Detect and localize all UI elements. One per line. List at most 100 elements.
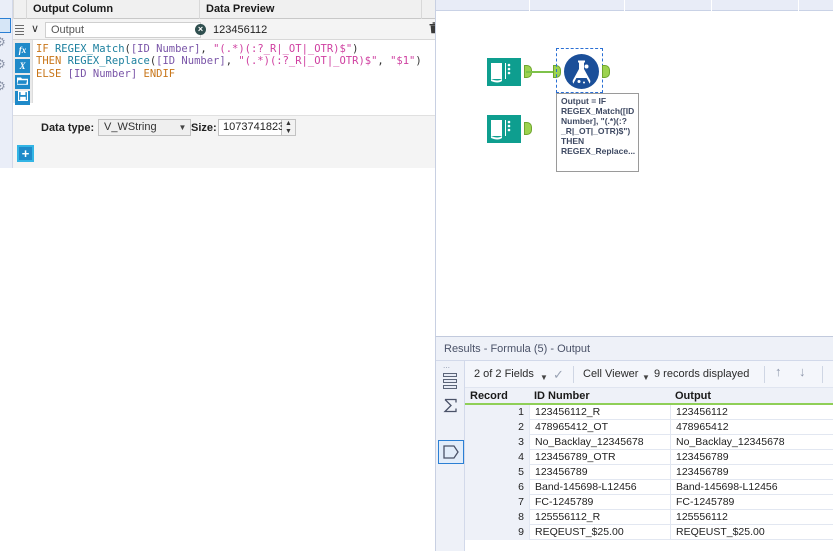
cell-output[interactable]: 478965412 — [670, 420, 833, 435]
cell-record[interactable]: 2 — [465, 420, 529, 435]
add-column-row: + — [13, 141, 435, 168]
chevron-down-icon[interactable]: ▼ — [540, 370, 548, 385]
gear-icon[interactable]: ⚙ — [0, 36, 8, 49]
table-row[interactable]: 3 No_Backlay_12345678 No_Backlay_12345678 — [465, 435, 833, 450]
cell-record[interactable]: 9 — [465, 525, 529, 540]
flask-glyph — [572, 60, 591, 86]
column-header-id-number[interactable]: ID Number — [534, 388, 590, 404]
metadata-icon-selected[interactable] — [438, 440, 464, 464]
clear-icon[interactable]: × — [195, 24, 206, 35]
size-input[interactable]: 1073741823 — [218, 119, 284, 136]
text-input-tool-node-2[interactable] — [485, 112, 523, 146]
spinner-stepper[interactable]: ▲ ▼ — [282, 119, 296, 136]
cell-output[interactable]: REQEUST_$25.00 — [670, 525, 833, 540]
cell-output[interactable]: Band-145698-L12456 — [670, 480, 833, 495]
formula-keyword-endif: ENDIF — [143, 67, 176, 80]
results-table: Record ID Number Output 1 123456112_R 1234… — [465, 388, 833, 551]
size-label: Size: — [191, 122, 217, 134]
cell-record[interactable]: 3 — [465, 435, 529, 450]
formula-expression-editor[interactable]: IF REGEX_Match([ID Number], "(.*)(:?_R|_… — [33, 40, 435, 115]
cell-id-number[interactable]: 125556112_R — [529, 510, 670, 525]
table-row[interactable]: 4 123456789_OTR 123456789 — [465, 450, 833, 465]
floppy-glyph — [17, 90, 28, 102]
table-row[interactable]: 1 123456112_R 123456112 — [465, 405, 833, 420]
rail-selected-indicator[interactable] — [0, 18, 11, 33]
formula-string-literal-capture: "$1" — [390, 55, 416, 68]
column-header-output[interactable]: Output — [675, 388, 711, 404]
gear-icon[interactable]: ⚙ — [0, 80, 8, 93]
records-displayed-label: 9 records displayed — [654, 368, 750, 380]
cell-id-number[interactable]: 123456112_R — [529, 405, 670, 420]
column-header-record[interactable]: Record — [470, 388, 508, 404]
canvas-tab-strip[interactable] — [436, 0, 833, 11]
cell-output[interactable]: 123456789 — [670, 450, 833, 465]
cell-id-number[interactable]: 478965412_OT — [529, 420, 670, 435]
spinner-up-icon[interactable]: ▲ — [282, 120, 295, 128]
chevron-down-icon[interactable]: ▼ — [175, 119, 190, 136]
profile-stats-icon[interactable] — [442, 398, 459, 415]
output-anchor-2[interactable] — [524, 122, 532, 135]
scroll-down-icon[interactable]: ↓ — [799, 364, 806, 379]
add-column-button[interactable]: + — [17, 145, 34, 162]
table-header-row: Record ID Number Output — [465, 388, 833, 405]
rail-grip-icon[interactable]: ⋯ — [443, 364, 451, 372]
table-row[interactable]: 9 REQEUST_$25.00 REQEUST_$25.00 — [465, 525, 833, 540]
chevron-down-icon[interactable]: ▼ — [642, 370, 650, 385]
data-preview-value: 123456112 — [213, 24, 268, 36]
apply-checkmark-icon[interactable]: ✓ — [553, 367, 564, 382]
spinner-down-icon[interactable]: ▼ — [282, 128, 295, 136]
cell-id-number[interactable]: Band-145698-L12456 — [529, 480, 670, 495]
fields-selector-label[interactable]: 2 of 2 Fields — [474, 367, 534, 382]
tool-tooltip: Output = IF REGEX_Match([ID Number], "(.… — [556, 93, 639, 172]
output-column-name-input[interactable]: Output — [45, 22, 201, 38]
formula-comma: , — [200, 43, 214, 55]
open-folder-icon[interactable] — [15, 75, 30, 89]
cell-id-number[interactable]: FC-1245789 — [529, 495, 670, 510]
gear-icon[interactable]: ⚙ — [0, 58, 8, 71]
cell-record[interactable]: 6 — [465, 480, 529, 495]
table-row[interactable]: 6 Band-145698-L12456 Band-145698-L12456 — [465, 480, 833, 495]
formula-tool-node[interactable] — [556, 48, 603, 93]
table-row[interactable]: 2 478965412_OT 478965412 — [465, 420, 833, 435]
formula-keyword-else: ELSE — [36, 67, 62, 80]
formula-paren: ) — [352, 43, 359, 55]
cell-record[interactable]: 1 — [465, 405, 529, 420]
flask-icon — [564, 54, 599, 89]
cell-id-number[interactable]: 123456789_OTR — [529, 450, 670, 465]
sigma-glyph — [443, 398, 457, 413]
formula-config-panel: ⚙ ⚙ ⚙ Output Column Data Preview ∨ Outpu… — [0, 0, 439, 551]
drag-handle-icon[interactable] — [14, 23, 25, 36]
cell-record[interactable]: 8 — [465, 510, 529, 525]
chevron-down-icon[interactable]: ∨ — [27, 22, 43, 37]
cell-id-number[interactable]: REQEUST_$25.00 — [529, 525, 670, 540]
data-grid-icon[interactable] — [443, 373, 457, 391]
formula-string-literal: "(.*)(:?_R|_OT|_OTR)$" — [238, 55, 378, 68]
formula-field-ref: [ID Number] — [67, 67, 138, 80]
pentagon-glyph — [443, 445, 459, 459]
table-row[interactable]: 7 FC-1245789 FC-1245789 — [465, 495, 833, 510]
results-toolbar: 2 of 2 Fields ▼ ✓ Cell Viewer ▼ 9 record… — [465, 361, 833, 388]
cell-record[interactable]: 5 — [465, 465, 529, 480]
cell-id-number[interactable]: 123456789 — [529, 465, 670, 480]
output-anchor-formula[interactable] — [602, 65, 610, 78]
save-icon[interactable] — [15, 90, 30, 105]
output-column-row: ∨ Output × 123456112 — [13, 19, 439, 40]
cell-output[interactable]: 125556112 — [670, 510, 833, 525]
cell-output[interactable]: 123456789 — [670, 465, 833, 480]
cell-record[interactable]: 4 — [465, 450, 529, 465]
text-input-tool-node-1[interactable] — [485, 55, 523, 89]
cell-id-number[interactable]: No_Backlay_12345678 — [529, 435, 670, 450]
function-icon[interactable]: fx — [15, 43, 30, 57]
scroll-up-icon[interactable]: ↑ — [775, 364, 782, 379]
cell-output[interactable]: 123456112 — [670, 405, 833, 420]
formula-keyword-if: IF — [36, 43, 49, 55]
results-panel: Results - Formula (5) - Output ⋯ 2 of 2 … — [435, 336, 833, 551]
table-row[interactable]: 5 123456789 123456789 — [465, 465, 833, 480]
cell-viewer-label[interactable]: Cell Viewer — [583, 367, 638, 382]
table-row[interactable]: 8 125556112_R 125556112 — [465, 510, 833, 525]
formula-field-ref: [ID Number] — [130, 43, 201, 55]
cell-output[interactable]: No_Backlay_12345678 — [670, 435, 833, 450]
variable-icon[interactable]: X — [15, 59, 30, 73]
cell-output[interactable]: FC-1245789 — [670, 495, 833, 510]
cell-record[interactable]: 7 — [465, 495, 529, 510]
